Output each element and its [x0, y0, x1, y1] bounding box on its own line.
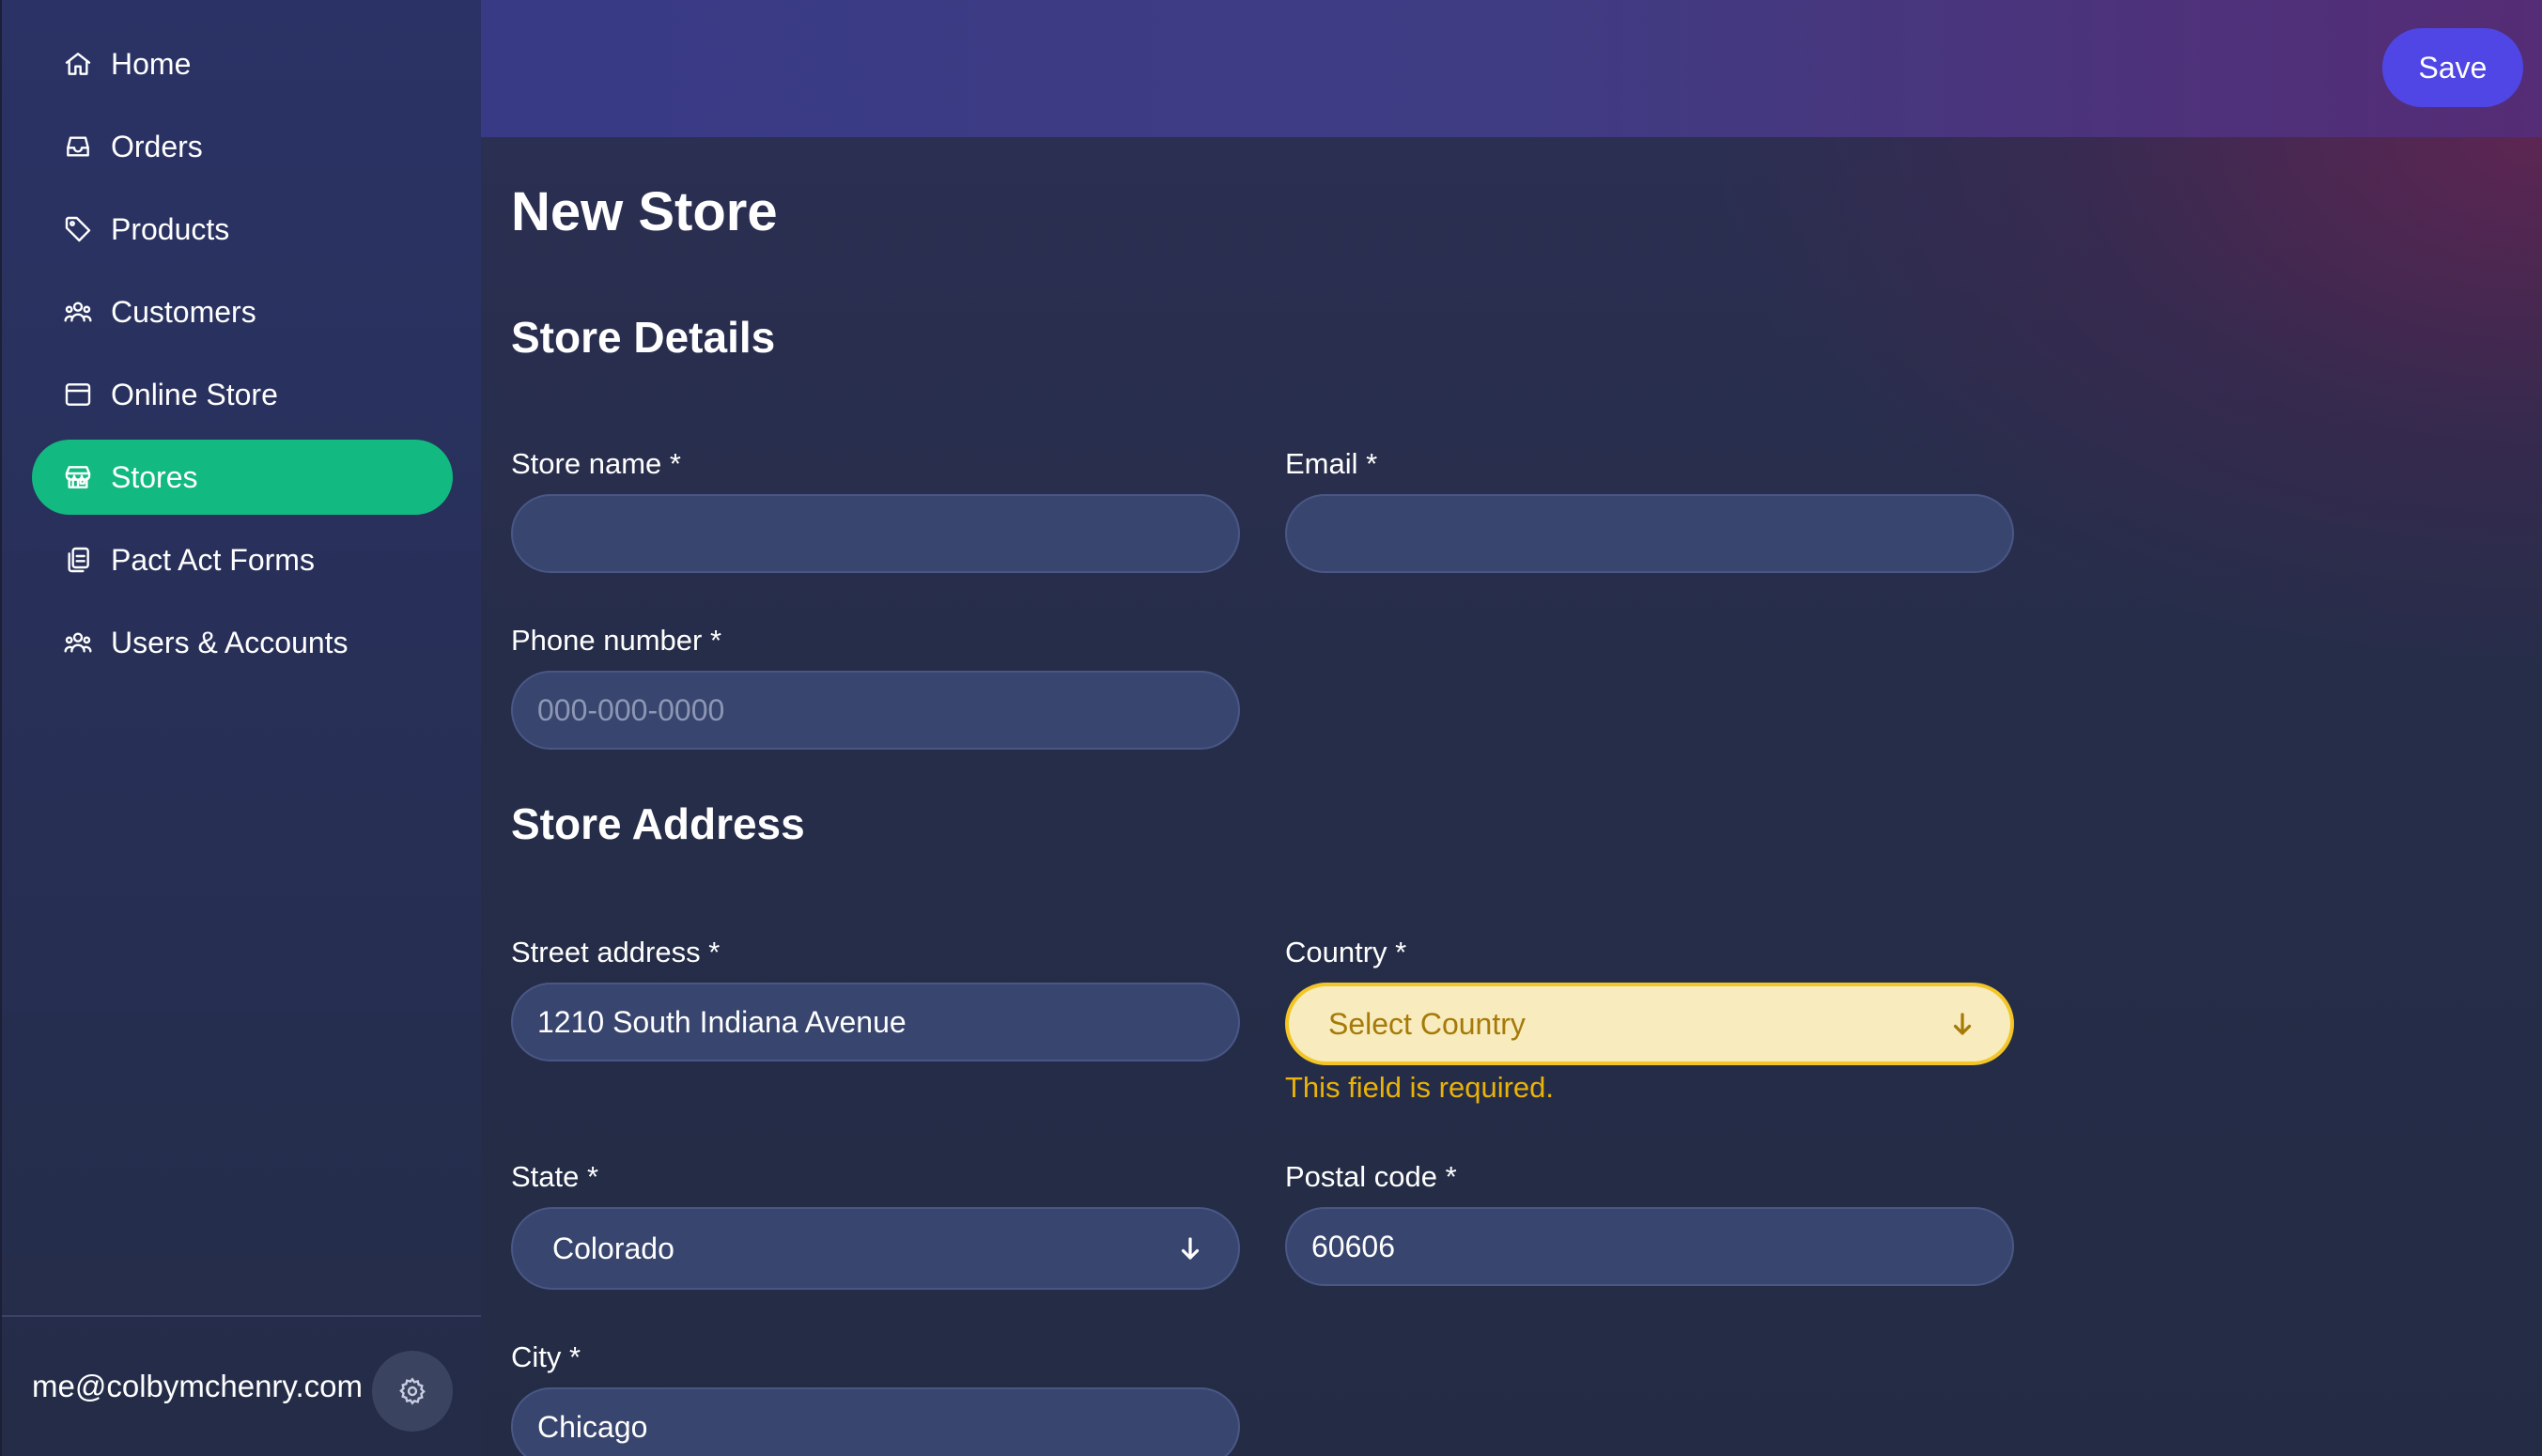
storefront-icon [62, 461, 94, 493]
tag-icon [62, 213, 94, 245]
save-button[interactable]: Save [2382, 28, 2523, 107]
country-select[interactable]: Select Country [1285, 983, 2014, 1065]
sidebar-item-label: Stores [111, 459, 198, 494]
sidebar-item-customers[interactable]: Customers [32, 274, 453, 349]
country-select-value: Select Country [1328, 1006, 1526, 1041]
sidebar: Home Orders Products Customers Online St… [0, 0, 483, 1456]
store-name-label: Store name * [511, 447, 681, 480]
sidebar-nav: Home Orders Products Customers Online St… [32, 26, 453, 688]
sidebar-item-orders[interactable]: Orders [32, 109, 453, 184]
phone-input[interactable] [511, 671, 1240, 750]
state-label: State * [511, 1160, 599, 1193]
country-label: Country * [1285, 936, 1407, 968]
sidebar-item-label: Users & Accounts [111, 625, 349, 659]
inbox-icon [62, 131, 94, 163]
postal-code-label: Postal code * [1285, 1160, 1457, 1193]
sidebar-item-label: Pact Act Forms [111, 542, 315, 577]
sidebar-item-home[interactable]: Home [32, 26, 453, 101]
arrow-down-icon [1176, 1234, 1204, 1262]
main-content: New Store Store Details Store name * Ema… [481, 137, 2542, 1456]
state-select[interactable]: Colorado [511, 1207, 1240, 1290]
arrow-down-icon [1948, 1010, 1976, 1038]
user-email: me@colbymchenry.com [32, 1369, 363, 1403]
sidebar-footer: me@colbymchenry.com [2, 1315, 483, 1456]
street-address-input[interactable] [511, 983, 1240, 1061]
gear-icon [397, 1376, 427, 1406]
email-label: Email * [1285, 447, 1378, 480]
browser-window-icon [62, 379, 94, 410]
home-icon [62, 48, 94, 80]
sidebar-item-label: Orders [111, 129, 203, 163]
top-bar: Save [481, 0, 2542, 137]
phone-label: Phone number * [511, 624, 722, 657]
store-name-input[interactable] [511, 494, 1240, 573]
country-error-message: This field is required. [1285, 1071, 1555, 1104]
users-icon [62, 296, 94, 328]
street-address-label: Street address * [511, 936, 721, 968]
settings-button[interactable] [372, 1351, 453, 1432]
sidebar-item-users-accounts[interactable]: Users & Accounts [32, 605, 453, 680]
sidebar-item-label: Products [111, 211, 230, 246]
sidebar-item-products[interactable]: Products [32, 192, 453, 267]
sidebar-item-label: Home [111, 46, 192, 81]
clipboard-copy-icon [62, 544, 94, 576]
postal-code-input[interactable] [1285, 1207, 2014, 1286]
section-title-store-address: Store Address [511, 799, 805, 848]
sidebar-item-label: Customers [111, 294, 256, 329]
city-label: City * [511, 1340, 581, 1373]
state-select-value: Colorado [552, 1231, 674, 1265]
sidebar-item-stores[interactable]: Stores [32, 440, 453, 515]
city-input[interactable] [511, 1387, 1240, 1456]
sidebar-item-label: Online Store [111, 377, 278, 411]
page-title: New Store [511, 181, 778, 242]
sidebar-item-pact-act-forms[interactable]: Pact Act Forms [32, 522, 453, 597]
user-group-icon [62, 627, 94, 658]
sidebar-item-online-store[interactable]: Online Store [32, 357, 453, 432]
email-field[interactable] [1285, 494, 2014, 573]
section-title-store-details: Store Details [511, 313, 776, 362]
